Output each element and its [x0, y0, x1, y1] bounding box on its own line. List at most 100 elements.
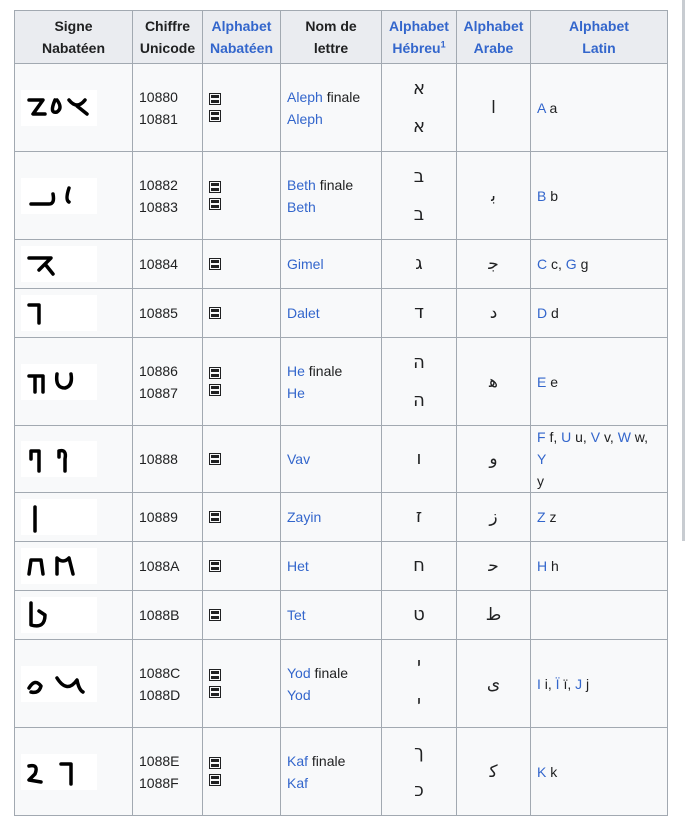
letter-name-link[interactable]: Vav — [287, 451, 310, 467]
letter-name-cell: Beth finale Beth — [280, 151, 382, 240]
letter-name-link[interactable]: Dalet — [287, 305, 320, 321]
latin-letter-link[interactable]: K — [537, 764, 546, 780]
header-alphabet-arabe[interactable]: Alphabet Arabe — [456, 10, 531, 64]
latin-letter-link[interactable]: A — [537, 100, 546, 116]
nabataean-beth-glyphs-icon[interactable] — [21, 176, 97, 216]
nabataean-tet-glyph-icon[interactable] — [21, 595, 97, 635]
latin-letter-link[interactable]: V — [591, 429, 600, 445]
latin-lowercase: a — [545, 99, 558, 116]
latin-cell: K k — [530, 727, 668, 816]
unicode-cell: 10882 10883 — [132, 151, 203, 240]
letter-name-link[interactable]: Beth — [287, 199, 316, 215]
unicode-cell: 1088C 1088D — [132, 639, 203, 728]
unicode-codepoint: 1088B — [139, 607, 180, 623]
letter-name-cell: Tet — [280, 590, 382, 640]
nabataean-vav-glyphs-icon[interactable] — [21, 439, 97, 479]
missing-glyph-box-icon — [209, 609, 221, 621]
hebrew-letter: ח — [413, 555, 425, 576]
footnote-link[interactable]: 1 — [441, 39, 446, 49]
arabic-letter: ا — [456, 63, 531, 152]
arabic-letter: ﺑ — [456, 151, 531, 240]
hebrew-cell: יי — [381, 639, 457, 728]
nabataean-kaf-glyphs-icon[interactable] — [21, 752, 97, 792]
unicode-codepoint: 10882 — [139, 176, 178, 193]
unicode-codepoint: 1088A — [139, 558, 180, 574]
latin-letter-link[interactable]: B — [537, 188, 546, 204]
missing-glyph-box-icon — [209, 511, 221, 523]
latin-cell: I i, Ï ï, J j — [530, 639, 668, 728]
latin-cell: C c, G g — [530, 239, 668, 289]
nabataean-gimel-glyph-icon[interactable] — [21, 244, 97, 284]
latin-cell — [530, 590, 668, 640]
nabataean-yod-glyphs-icon[interactable] — [21, 664, 97, 704]
table-row: 1088E 1088F Kaf finale Kaf ך כ ﻛ K k — [14, 727, 668, 816]
nabataean-aleph-glyphs-icon[interactable] — [21, 88, 97, 128]
hebrew-letter: י — [416, 653, 422, 675]
nabataean-char-cell — [202, 590, 281, 640]
letter-name-link[interactable]: Kaf — [287, 775, 308, 791]
header-alphabet-hebreu[interactable]: Alphabet Hébreu1 — [381, 10, 457, 64]
nabataean-char-cell — [202, 492, 281, 542]
nabataean-dalet-glyph-icon[interactable] — [21, 293, 97, 333]
missing-glyph-box-icon — [209, 367, 221, 379]
letter-name-link[interactable]: Beth — [287, 177, 316, 193]
latin-lowercase: g — [576, 256, 589, 272]
unicode-codepoint: 10881 — [139, 110, 178, 127]
header-alphabet-nabateen[interactable]: Alphabet Nabatéen — [202, 10, 281, 64]
unicode-cell: 10886 10887 — [132, 337, 203, 426]
latin-letter-link[interactable]: C — [537, 256, 547, 272]
latin-lowercase: f, — [545, 429, 562, 445]
latin-cell: F f, U u, V v, W w, Yy — [530, 425, 668, 493]
latin-letter-link[interactable]: H — [537, 558, 547, 574]
header-alphabet-latin[interactable]: Alphabet Latin — [530, 10, 668, 64]
latin-letter-link[interactable]: W — [618, 429, 631, 445]
unicode-codepoint: 10883 — [139, 198, 178, 215]
hebrew-letter: א — [412, 77, 426, 99]
arabic-letter: ﻛ — [456, 727, 531, 816]
arabic-letter: ﻫ — [456, 337, 531, 426]
latin-letter-link[interactable]: G — [566, 256, 577, 272]
arabic-letter: ﺟ — [456, 239, 531, 289]
letter-name-link[interactable]: Zayin — [287, 509, 321, 525]
latin-letter-link[interactable]: U — [561, 429, 571, 445]
latin-letter-link[interactable]: Y — [537, 451, 546, 467]
letter-name-link[interactable]: Het — [287, 558, 309, 574]
nabataean-sign-cell — [14, 239, 133, 289]
missing-glyph-box-icon — [209, 307, 221, 319]
hebrew-cell: אא — [381, 63, 457, 152]
nabataean-het-glyphs-icon[interactable] — [21, 546, 97, 586]
latin-lowercase: ï, — [559, 675, 576, 692]
missing-glyph-box-icon — [209, 198, 221, 210]
latin-lowercase: c, — [547, 256, 566, 272]
letter-name-link[interactable]: Yod — [287, 665, 311, 681]
latin-lowercase: j — [582, 675, 590, 692]
table-row: 1088A Het ח ﺣ H h — [14, 541, 668, 591]
missing-glyph-box-icon — [209, 181, 221, 193]
missing-glyph-box-icon — [209, 453, 221, 465]
nabataean-sign-cell — [14, 151, 133, 240]
latin-letter-link[interactable]: Z — [537, 509, 546, 525]
latin-letter-link[interactable]: E — [537, 374, 546, 390]
letter-name-link[interactable]: He — [287, 385, 305, 401]
letter-name-link[interactable]: Kaf — [287, 753, 308, 769]
latin-letter-link[interactable]: F — [537, 429, 546, 445]
nabataean-sign-cell — [14, 492, 133, 542]
letter-name-link[interactable]: Tet — [287, 607, 306, 623]
nabataean-char-cell — [202, 63, 281, 152]
table-row: 10885 Dalet ד د D d — [14, 288, 668, 338]
nabataean-zayin-glyph-icon[interactable] — [21, 497, 97, 537]
letter-name-link[interactable]: Yod — [287, 687, 311, 703]
letter-name-link[interactable]: He — [287, 363, 305, 379]
arabic-letter: د — [456, 288, 531, 338]
letter-name-link[interactable]: Gimel — [287, 256, 324, 272]
hebrew-cell: ךכ — [381, 727, 457, 816]
letter-name-link[interactable]: Aleph — [287, 111, 323, 127]
latin-cell: Z z — [530, 492, 668, 542]
hebrew-letter: ט — [413, 604, 425, 625]
nabataean-sign-cell — [14, 337, 133, 426]
letter-name-link[interactable]: Aleph — [287, 89, 323, 105]
unicode-codepoint: 10884 — [139, 256, 178, 272]
nabataean-he-glyphs-icon[interactable] — [21, 362, 97, 402]
unicode-codepoint: 1088D — [139, 686, 181, 703]
latin-letter-link[interactable]: D — [537, 305, 547, 321]
